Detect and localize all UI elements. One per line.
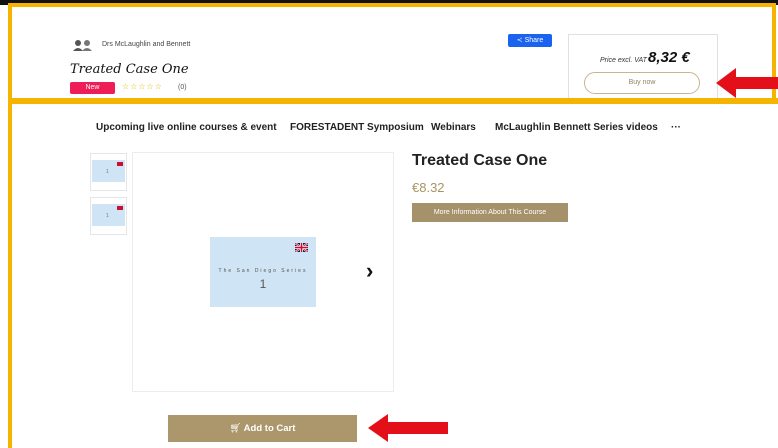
nav-item-symposium[interactable]: FORESTADENT Symposium: [290, 122, 424, 133]
red-arrow-icon: [716, 68, 778, 98]
product-slide-image[interactable]: The San Diego Series 1: [210, 237, 316, 307]
thumbnail-number: 1: [106, 169, 109, 175]
nav-more-icon[interactable]: ···: [671, 122, 681, 133]
thumbnail-1[interactable]: 1: [90, 153, 127, 191]
thumbnail-number: 1: [106, 213, 109, 219]
uk-flag-icon: [295, 243, 308, 252]
slide-number: 1: [259, 277, 267, 291]
highlight-frame-left: [8, 104, 12, 448]
cart-icon: 🛒︎: [229, 423, 242, 434]
chevron-right-icon[interactable]: ›: [366, 258, 373, 284]
product-price: €8.32: [412, 180, 445, 195]
nav-item-mclaughlin-videos[interactable]: McLaughlin Bennett Series videos: [495, 122, 658, 133]
flag-icon: [117, 162, 123, 166]
product-title: Treated Case One: [412, 152, 548, 169]
add-to-cart-label: Add to Cart: [243, 423, 296, 434]
red-arrow-icon: [368, 414, 448, 442]
more-info-button[interactable]: More Information About This Course: [412, 203, 568, 222]
highlight-frame-top: [8, 3, 776, 98]
thumbnail-2[interactable]: 1: [90, 197, 127, 235]
highlight-divider: [8, 98, 778, 104]
nav-item-webinars[interactable]: Webinars: [431, 122, 476, 133]
add-to-cart-button[interactable]: 🛒︎ Add to Cart: [168, 415, 357, 442]
flag-icon: [117, 206, 123, 210]
slide-caption: The San Diego Series: [218, 268, 308, 274]
nav-item-live-courses[interactable]: Upcoming live online courses & event: [96, 122, 277, 133]
